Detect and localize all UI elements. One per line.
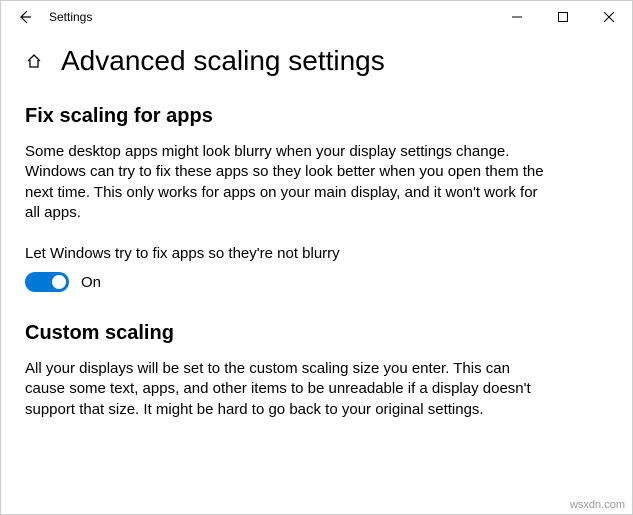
content: Advanced scaling settings Fix scaling fo… [1, 33, 632, 474]
section-custom-scaling: Custom scaling All your displays will be… [25, 322, 545, 420]
custom-scaling-description: All your displays will be set to the cus… [25, 359, 545, 420]
close-icon [604, 12, 614, 22]
window-title: Settings [43, 10, 92, 24]
home-button[interactable] [25, 52, 43, 70]
maximize-button[interactable] [540, 1, 586, 33]
maximize-icon [558, 12, 568, 22]
titlebar: Settings [1, 1, 632, 33]
custom-scaling-heading: Custom scaling [25, 322, 545, 345]
page-title: Advanced scaling settings [61, 45, 385, 77]
back-button[interactable] [7, 1, 43, 33]
fix-scaling-toggle-label: Let Windows try to fix apps so they're n… [25, 245, 545, 262]
back-arrow-icon [17, 9, 33, 25]
fix-scaling-description: Some desktop apps might look blurry when… [25, 142, 545, 223]
minimize-icon [512, 12, 522, 22]
minimize-button[interactable] [494, 1, 540, 33]
fix-scaling-toggle-state: On [81, 274, 101, 291]
toggle-knob-icon [52, 275, 66, 289]
section-fix-scaling: Fix scaling for apps Some desktop apps m… [25, 105, 545, 292]
home-icon [25, 52, 43, 70]
close-button[interactable] [586, 1, 632, 33]
fix-scaling-toggle[interactable] [25, 272, 69, 292]
fix-scaling-heading: Fix scaling for apps [25, 105, 545, 128]
watermark: wsxdn.com [570, 499, 625, 511]
fix-scaling-toggle-row: On [25, 272, 545, 292]
heading-row: Advanced scaling settings [25, 45, 608, 77]
window-controls [494, 1, 632, 33]
